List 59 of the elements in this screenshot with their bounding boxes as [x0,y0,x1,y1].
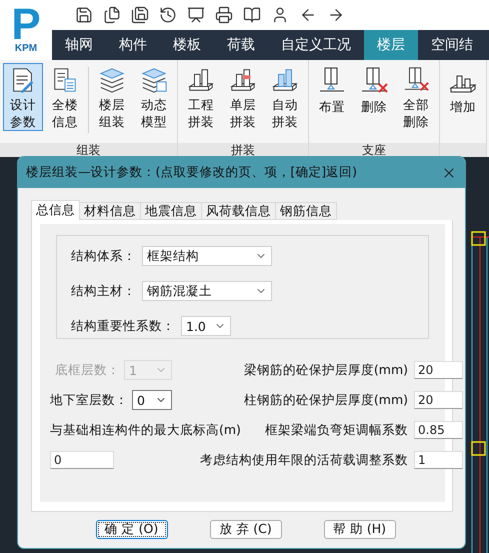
field-label: 结构重要性系数： [71,318,175,334]
files-icon[interactable] [102,5,122,25]
save-all-icon[interactable] [130,5,150,25]
printer-icon[interactable] [214,5,234,25]
ribbon-button[interactable]: 删除 [354,63,394,131]
app-logo[interactable]: PKPM [2,6,50,58]
input-field[interactable]: 20 [414,391,463,409]
ribbon-button[interactable]: 全楼信息 [45,63,85,131]
menu-tab[interactable]: 空间结 [418,30,486,60]
field-label: 地下室层数： [50,392,128,408]
tab[interactable]: 材料信息 [79,202,141,220]
ribbon-button[interactable]: 全部删除 [396,63,436,131]
tab[interactable]: 风荷载信息 [201,202,276,220]
dialog-button[interactable]: 放 弃 (C) [210,520,282,539]
tab[interactable]: 钢筋信息 [275,202,337,220]
group-label: 支座 [309,143,439,157]
ribbon-button[interactable]: 工程拼装 [181,63,221,131]
field-label: 结构主材： [71,282,136,300]
easel-icon[interactable] [186,5,206,25]
ribbon-button[interactable]: 布置 [312,63,352,131]
menu-tab[interactable]: 楼层 [364,30,418,60]
menu-tab[interactable]: 轴网 [52,30,106,60]
ribbon-button[interactable]: 单层拼装 [223,63,263,131]
field-label: 底框层数： [55,362,120,378]
menu-tab[interactable]: 构件 [106,30,160,60]
input-field[interactable]: 0.85 [414,421,463,439]
ribbon-button[interactable]: 自动拼装 [265,63,305,131]
dropdown[interactable]: 钢筋混凝土 [142,281,272,301]
save-icon[interactable] [74,5,94,25]
dropdown[interactable]: 1.0 [181,316,231,336]
dialog-button[interactable]: 确 定 (O) [96,520,168,539]
ribbon-button[interactable]: 设计参数 [3,63,43,131]
ribbon-button[interactable]: 动态模型 [134,63,174,131]
menu-tab[interactable]: 楼板 [160,30,214,60]
menu-tab[interactable]: 荷载 [214,30,268,60]
field-label: 与基础相连构件的最大底标高(m) [50,422,241,436]
tab[interactable]: 总信息 [31,200,80,220]
book-icon[interactable] [242,5,262,25]
ribbon-button[interactable]: 增加 [443,63,483,131]
field-label: 框架梁端负弯矩调幅系数 [265,422,408,438]
field-label: 柱钢筋的砼保护层厚度(mm) [244,392,408,408]
input-field[interactable]: 20 [414,361,463,379]
menu-tab[interactable]: 自定义工况 [268,30,364,60]
field-label: 考虑结构使用年限的活荷载调整系数 [200,452,408,468]
input-field[interactable]: 0 [50,451,114,469]
field-label: 结构体系： [71,248,136,264]
field-label: 梁钢筋的砼保护层厚度(mm) [244,362,408,378]
layers-play-icon [139,66,169,94]
history-icon[interactable] [158,5,178,25]
layers-icon [97,66,127,94]
input-field[interactable]: 1 [414,451,463,469]
tab[interactable]: 地震信息 [140,202,202,220]
dropdown[interactable]: 框架结构 [142,246,272,266]
group-label: 拼装 [178,143,308,157]
dropdown[interactable]: 0 [132,390,172,410]
group-label: 组装 [0,143,177,157]
dialog-title: 楼层组装—设计参数：(点取要修改的页、项，[确定]返回) [26,164,358,181]
dialog-button[interactable]: 帮 助 (H) [324,520,396,539]
ribbon-button[interactable]: 楼层组装 [92,63,132,131]
